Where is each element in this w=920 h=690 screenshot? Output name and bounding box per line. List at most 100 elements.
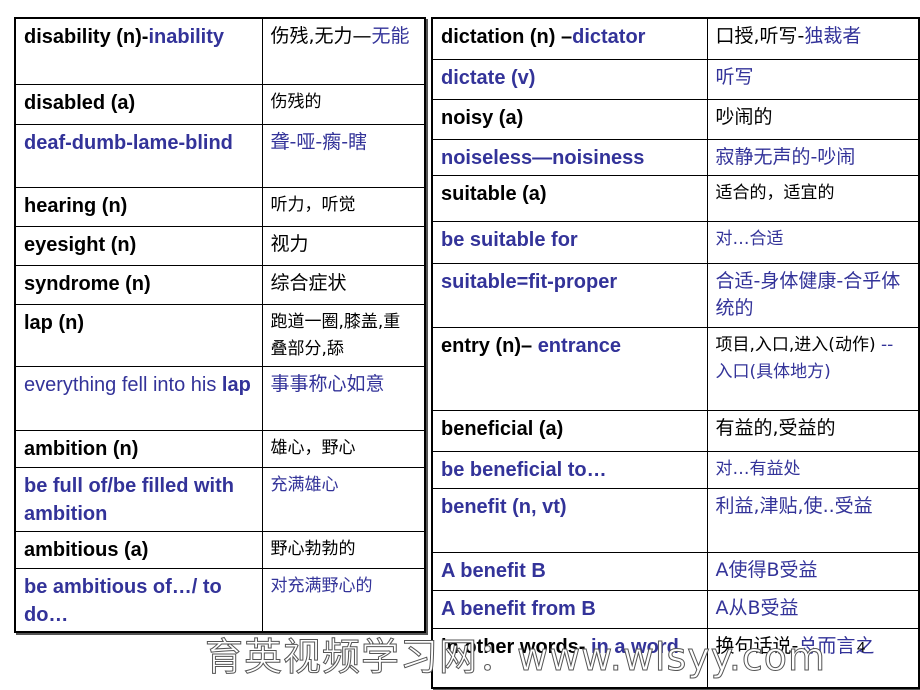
- english-term-cell: be ambitious of…/ to do…: [14, 567, 263, 633]
- english-term-cell: suitable=fit-proper: [431, 262, 708, 328]
- chinese-meaning-segment: 聋-哑-瘸-瞎: [270, 130, 368, 153]
- chinese-meaning-cell: 听力，听觉: [261, 186, 426, 227]
- chinese-meaning-segment: 合适-身体健康-合乎体统的: [715, 269, 901, 319]
- vocab-row: disability (n)-inability 伤残,无力—无能: [14, 17, 426, 85]
- english-term-segment: dictator: [572, 26, 646, 48]
- vocab-row: noiseless—noisiness 寂静无声的-吵闹: [431, 138, 920, 176]
- chinese-meaning-cell: 有益的,受益的: [706, 409, 920, 452]
- english-term-cell: ambition (n): [14, 429, 263, 468]
- chinese-meaning-segment: 听力，听觉: [270, 194, 356, 215]
- chinese-meaning-cell: 对充满野心的: [261, 567, 426, 633]
- chinese-meaning-segment: 口授,听写-: [715, 25, 805, 47]
- chinese-meaning-segment: 吵闹的: [715, 105, 773, 128]
- english-term-segment: in other words-: [441, 635, 591, 658]
- english-term-cell: in other words- in a word: [431, 627, 708, 689]
- chinese-meaning-cell: 事事称心如意: [261, 365, 426, 431]
- vocab-table-right: dictation (n) –dictator 口授,听写-独裁者 dictate …: [431, 17, 920, 689]
- english-term-segment: benefit (n, vt): [441, 495, 567, 518]
- chinese-meaning-cell: 雄心，野心: [261, 429, 426, 468]
- english-term-cell: be suitable for: [431, 220, 708, 264]
- chinese-meaning-cell: 跑道一圈,膝盖,重叠部分,舔: [261, 303, 426, 367]
- english-term-cell: be full of/be filled with ambition: [14, 466, 263, 532]
- chinese-meaning-cell: 视力: [261, 225, 426, 266]
- english-term-cell: deaf-dumb-lame-blind: [14, 123, 263, 188]
- english-term-segment: hearing (n): [24, 194, 128, 217]
- english-term-segment: ambitious (a): [24, 538, 149, 561]
- vocab-row: hearing (n) 听力，听觉: [14, 186, 426, 227]
- english-term-cell: dictation (n) –dictator: [431, 17, 708, 60]
- chinese-meaning-cell: 伤残的: [261, 83, 426, 125]
- english-term-cell: dictate (v): [431, 58, 708, 100]
- english-term-segment: be full of/be filled with ambition: [24, 474, 234, 525]
- chinese-meaning-cell: 综合症状: [261, 264, 426, 305]
- english-term-segment: A benefit B: [441, 559, 546, 582]
- vocab-row: in other words- in a word 换句话说-总而言之: [431, 627, 920, 689]
- chinese-meaning-cell: 适合的，适宜的: [706, 174, 920, 222]
- english-term-segment: deaf-dumb-lame-blind: [24, 131, 233, 154]
- chinese-meaning-segment: A从B受益: [715, 596, 799, 619]
- vocab-row: be suitable for 对…合适: [431, 220, 920, 264]
- english-term-cell: noiseless—noisiness: [431, 138, 708, 176]
- chinese-meaning-segment: 野心勃勃的: [270, 538, 356, 559]
- english-term-segment: ambition (n): [24, 437, 139, 460]
- english-term-segment: entrance: [537, 334, 622, 357]
- english-term-segment: lap: [221, 373, 251, 396]
- chinese-meaning-cell: 野心勃勃的: [261, 530, 426, 569]
- english-term-segment: entry (n)–: [441, 334, 538, 357]
- english-term-segment: suitable=fit-proper: [441, 270, 618, 293]
- chinese-meaning-cell: 利益,津贴,使..受益: [706, 487, 920, 553]
- english-term-segment: be ambitious of…/ to do…: [24, 575, 222, 626]
- vocab-row: entry (n)– entrance 项目,入口,进入(动作) --入口(具体地…: [431, 326, 920, 411]
- chinese-meaning-cell: 换句话说-总而言之: [706, 627, 920, 689]
- english-term-segment: lap (n): [24, 311, 84, 334]
- english-term-segment: noisy (a): [441, 106, 524, 129]
- english-term-cell: A benefit from B: [431, 589, 708, 629]
- chinese-meaning-cell: 吵闹的: [706, 98, 920, 140]
- chinese-meaning-cell: 口授,听写-独裁者: [706, 17, 920, 60]
- vocab-row: noisy (a) 吵闹的: [431, 98, 920, 140]
- chinese-meaning-segment: 适合的，适宜的: [715, 182, 835, 203]
- english-term-cell: A benefit B: [431, 551, 708, 591]
- english-term-cell: disabled (a): [14, 83, 263, 125]
- english-term-cell: entry (n)– entrance: [431, 326, 708, 411]
- chinese-meaning-segment: 视力: [270, 232, 309, 255]
- english-term-cell: noisy (a): [431, 98, 708, 140]
- vocab-row: disabled (a) 伤残的: [14, 83, 426, 125]
- english-term-segment: inability: [148, 26, 225, 48]
- chinese-meaning-segment: 事事称心如意: [270, 372, 385, 395]
- vocab-row: be beneficial to… 对…有益处: [431, 450, 920, 489]
- english-term-cell: ambitious (a): [14, 530, 263, 569]
- english-term-segment: everything fell into his: [24, 373, 222, 396]
- chinese-meaning-cell: 寂静无声的-吵闹: [706, 138, 920, 176]
- english-term-segment: disability (n)-: [24, 26, 149, 48]
- vocab-row: A benefit B A使得B受益: [431, 551, 920, 591]
- vocab-row: suitable (a) 适合的，适宜的: [431, 174, 920, 222]
- vocab-row: ambitious (a) 野心勃勃的: [14, 530, 426, 569]
- english-term-segment: disabled (a): [24, 91, 136, 114]
- english-term-segment: A benefit from B: [441, 597, 596, 620]
- english-term-segment: eyesight (n): [24, 233, 137, 256]
- vocab-row: A benefit from B A从B受益: [431, 589, 920, 629]
- chinese-meaning-segment: 项目,入口,进入(动作): [715, 334, 881, 355]
- vocab-table-right-body: dictation (n) –dictator 口授,听写-独裁者 dictate …: [431, 17, 920, 689]
- chinese-meaning-cell: 对…有益处: [706, 450, 920, 489]
- vocab-row: be full of/be filled with ambition 充满雄心: [14, 466, 426, 532]
- english-term-segment: syndrome (n): [24, 272, 151, 295]
- english-term-cell: everything fell into his lap: [14, 365, 263, 431]
- vocab-row: dictation (n) –dictator 口授,听写-独裁者: [431, 17, 920, 60]
- chinese-meaning-segment: 对…合适: [715, 228, 784, 249]
- chinese-meaning-segment: 换句话说-: [715, 634, 799, 657]
- chinese-meaning-segment: 对…有益处: [715, 458, 801, 479]
- chinese-meaning-segment: 雄心，野心: [270, 437, 356, 458]
- vocab-row: suitable=fit-proper 合适-身体健康-合乎体统的: [431, 262, 920, 328]
- english-term-segment: in a word: [591, 635, 679, 658]
- chinese-meaning-cell: 对…合适: [706, 220, 920, 264]
- chinese-meaning-segment: 对充满野心的: [270, 575, 373, 596]
- vocab-row: ambition (n) 雄心，野心: [14, 429, 426, 468]
- chinese-meaning-segment: 伤残的: [270, 91, 322, 112]
- chinese-meaning-segment: 综合症状: [270, 271, 347, 294]
- english-term-segment: noiseless—noisiness: [441, 146, 645, 169]
- vocab-table-left: disability (n)-inability 伤残,无力—无能 disabled…: [14, 17, 426, 633]
- vocab-row: be ambitious of…/ to do… 对充满野心的: [14, 567, 426, 633]
- english-term-cell: disability (n)-inability: [14, 17, 263, 85]
